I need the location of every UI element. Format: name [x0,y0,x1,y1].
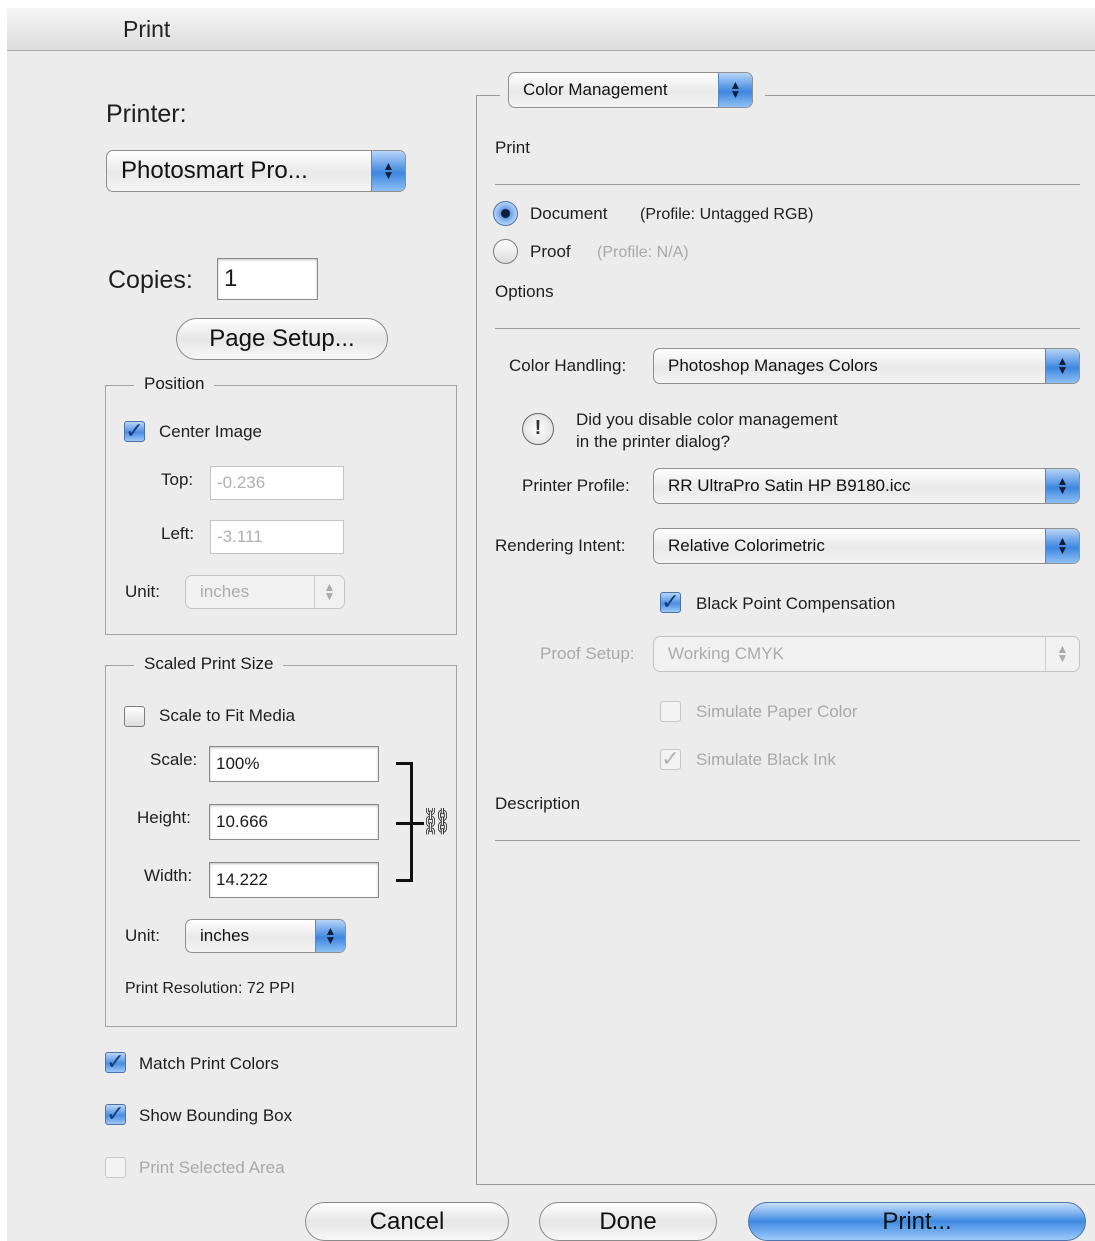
printer-profile-popup[interactable]: RR UltraPro Satin HP B9180.icc ▲ ▼ [653,468,1080,504]
scale-to-fit-label: Scale to Fit Media [159,706,296,725]
print-resolution: Print Resolution: 72 PPI [125,980,295,997]
copies-label: Copies: [108,266,193,294]
print-divider [495,184,1080,185]
document-label: Document [530,204,608,223]
scale-label: Scale: [150,750,198,769]
popup-arrows-icon: ▲ ▼ [371,151,405,191]
popup-arrows-icon: ▲ ▼ [1045,637,1079,671]
position-unit-value: inches [200,582,250,601]
section-popup-value: Color Management [523,80,668,99]
position-unit-popup[interactable]: inches ▲ ▼ [185,575,345,609]
show-bounding-box-checkbox[interactable]: ✓ [105,1103,126,1125]
scaled-unit-value: inches [200,926,250,945]
simulate-paper-checkbox[interactable] [660,701,681,722]
print-section-header: Print [495,138,530,157]
color-handling-popup[interactable]: Photoshop Manages Colors ▲ ▼ [653,348,1080,384]
proof-setup-label: Proof Setup: [540,644,635,663]
proof-setup-value: Working CMYK [668,644,784,663]
position-group-title: Position [134,374,215,394]
popup-arrows-icon: ▲ ▼ [1045,349,1079,383]
proof-profile: (Profile: N/A) [597,244,689,261]
popup-arrows-icon: ▲ ▼ [1045,469,1079,503]
printer-popup[interactable]: Photosmart Pro... ▲ ▼ [106,150,406,192]
done-button[interactable]: Done [539,1202,717,1241]
rendering-intent-value: Relative Colorimetric [668,536,825,555]
black-point-label: Black Point Compensation [696,594,896,613]
print-selected-area-label: Print Selected Area [139,1158,285,1177]
printer-popup-value: Photosmart Pro... [121,157,308,184]
width-label: Width: [144,866,193,885]
printer-label: Printer: [106,100,187,128]
warning-icon: ! [522,413,554,445]
black-point-checkbox[interactable]: ✓ [660,591,681,613]
rendering-intent-label: Rendering Intent: [495,536,626,555]
center-image-checkbox[interactable]: ✓ [124,420,145,442]
chain-link-icon[interactable]: ⛓ [420,806,453,837]
width-field[interactable]: 14.222 [209,862,379,898]
popup-arrows-icon: ▲ ▼ [314,576,344,608]
top-label: Top: [161,470,194,489]
color-handling-label: Color Handling: [509,356,627,375]
color-handling-value: Photoshop Manages Colors [668,356,878,375]
proof-setup-popup[interactable]: Working CMYK ▲ ▼ [653,636,1080,672]
simulate-paper-label: Simulate Paper Color [696,702,858,721]
match-print-colors-label: Match Print Colors [139,1054,279,1073]
print-selected-area-checkbox[interactable] [105,1157,126,1178]
left-field[interactable]: -3.111 [210,520,344,554]
simulate-black-label: Simulate Black Ink [696,750,836,769]
show-bounding-box-label: Show Bounding Box [139,1106,293,1125]
height-field[interactable]: 10.666 [209,804,379,840]
document-radio[interactable] [493,201,518,226]
scale-to-fit-checkbox[interactable] [124,706,145,727]
top-field[interactable]: -0.236 [210,466,344,500]
rendering-intent-popup[interactable]: Relative Colorimetric ▲ ▼ [653,528,1080,564]
description-header: Description [495,794,581,813]
print-button[interactable]: Print... [748,1202,1086,1241]
page-setup-button[interactable]: Page Setup... [176,318,388,360]
popup-arrows-icon: ▲ ▼ [315,920,345,952]
proof-radio[interactable] [493,239,518,264]
section-popup[interactable]: Color Management ▲ ▼ [508,72,753,108]
scale-field[interactable]: 100% [209,746,379,782]
printer-profile-value: RR UltraPro Satin HP B9180.icc [668,476,911,495]
center-image-label: Center Image [159,422,262,441]
match-print-colors-checkbox[interactable]: ✓ [105,1051,126,1073]
popup-arrows-icon: ▲ ▼ [1045,529,1079,563]
simulate-black-checkbox[interactable]: ✓ [660,748,681,770]
left-label: Left: [161,524,195,543]
scaled-unit-popup[interactable]: inches ▲ ▼ [185,919,346,953]
printer-profile-label: Printer Profile: [522,476,630,495]
warning-text-line2: in the printer dialog? [576,432,731,451]
popup-arrows-icon: ▲ ▼ [718,73,752,107]
options-divider [495,328,1080,329]
proof-label: Proof [530,242,571,261]
window-title: Print [123,16,171,42]
description-divider [495,840,1080,841]
cancel-button[interactable]: Cancel [305,1202,509,1241]
warning-text-line1: Did you disable color management [576,410,838,429]
scaled-unit-label: Unit: [125,926,160,945]
document-profile: (Profile: Untagged RGB) [640,206,814,223]
options-section-header: Options [495,282,554,301]
position-unit-label: Unit: [125,582,160,601]
scaled-group-title: Scaled Print Size [134,654,284,674]
height-label: Height: [137,808,191,827]
copies-field[interactable]: 1 [217,258,318,300]
title-bar: Print [7,8,1095,51]
